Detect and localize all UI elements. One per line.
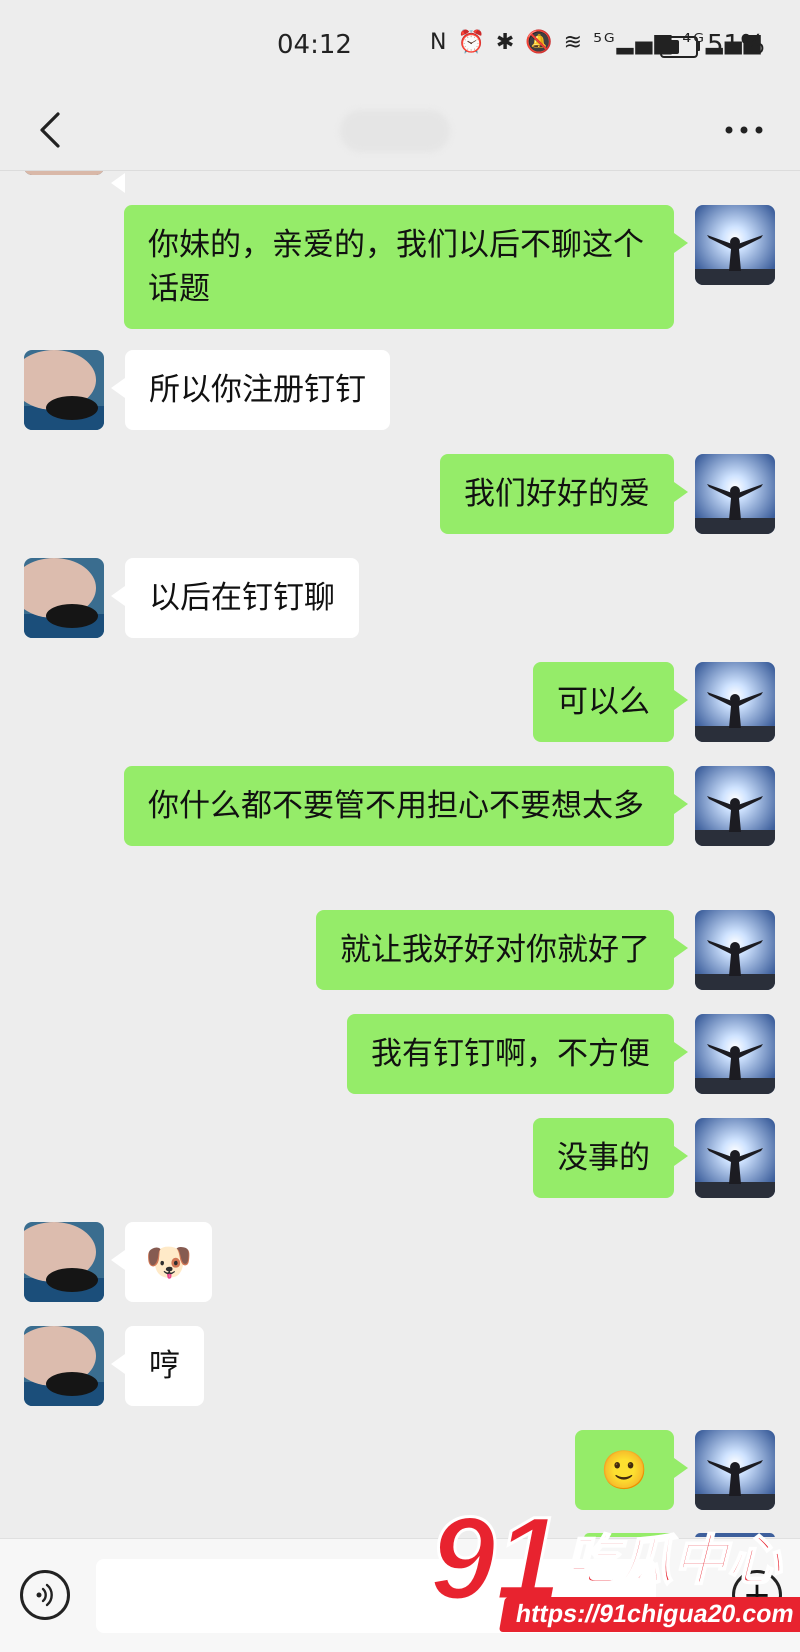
plus-button[interactable]: + [732,1570,782,1620]
battery-tip [697,41,700,51]
battery-icon [660,36,698,58]
avatar-contact[interactable] [24,558,104,638]
avatar-me[interactable] [695,1118,775,1198]
doge-emoji-bubble[interactable]: 🐶 [110,1222,213,1302]
status-time: 04:12 [277,30,352,60]
message-input[interactable] [96,1559,656,1633]
avatar-me[interactable] [695,454,775,534]
avatar-contact[interactable] [24,1326,104,1406]
avatar-contact[interactable] [24,1222,104,1302]
message-bubble-other[interactable]: 以后在钉钉聊 [111,558,359,638]
message-bubble-other[interactable]: 哼 [111,1326,204,1406]
avatar-contact[interactable] [24,350,104,430]
message-bubble-partial [584,1533,674,1537]
avatar-me[interactable] [695,1430,775,1510]
shrug-emoji-bubble[interactable]: 🙂 [574,1430,689,1510]
voice-button[interactable] [20,1570,70,1620]
avatar-me [695,1533,775,1537]
status-bar: 04:12 N ⏰ ✱ 🔕 ≋ ⁵ᴳ▂▄▆ ⁴ᴳ▂▄▆ 51% [0,0,800,92]
battery-percent: 51% [707,30,765,60]
avatar-me[interactable] [695,766,775,846]
chat-header [0,92,800,171]
message-list[interactable]: 你妹的，亲爱的，我们以后不聊这个话题 所以你注册钉钉 我们好好的爱 以后在钉钉聊… [0,171,800,1537]
input-bar: + [0,1538,800,1652]
avatar-me[interactable] [695,205,775,285]
chat-title-blurred [340,110,450,152]
more-button[interactable] [712,102,776,158]
chevron-left-icon [40,112,60,148]
message-bubble-other[interactable]: 所以你注册钉钉 [111,350,390,430]
avatar-me[interactable] [695,1014,775,1094]
message-bubble-me[interactable]: 就让我好好对你就好了 [316,910,688,990]
message-bubble-me[interactable]: 我们好好的爱 [440,454,688,534]
back-button[interactable] [22,102,78,158]
avatar-me[interactable] [695,910,775,990]
message-bubble-me[interactable]: 你什么都不要管不用担心不要想太多 [124,766,688,846]
message-bubble-me[interactable]: 你妹的，亲爱的，我们以后不聊这个话题 [124,205,688,329]
message-bubble-me[interactable]: 可以么 [533,662,688,742]
avatar-contact[interactable] [24,171,104,175]
message-bubble-me[interactable]: 我有钉钉啊，不方便 [347,1014,688,1094]
message-bubble-me[interactable]: 没事的 [533,1118,688,1198]
avatar-me[interactable] [695,662,775,742]
voice-icon [36,1583,53,1607]
ellipsis-icon [725,126,763,134]
plus-icon: + [742,1575,772,1615]
battery-fill [664,40,679,54]
